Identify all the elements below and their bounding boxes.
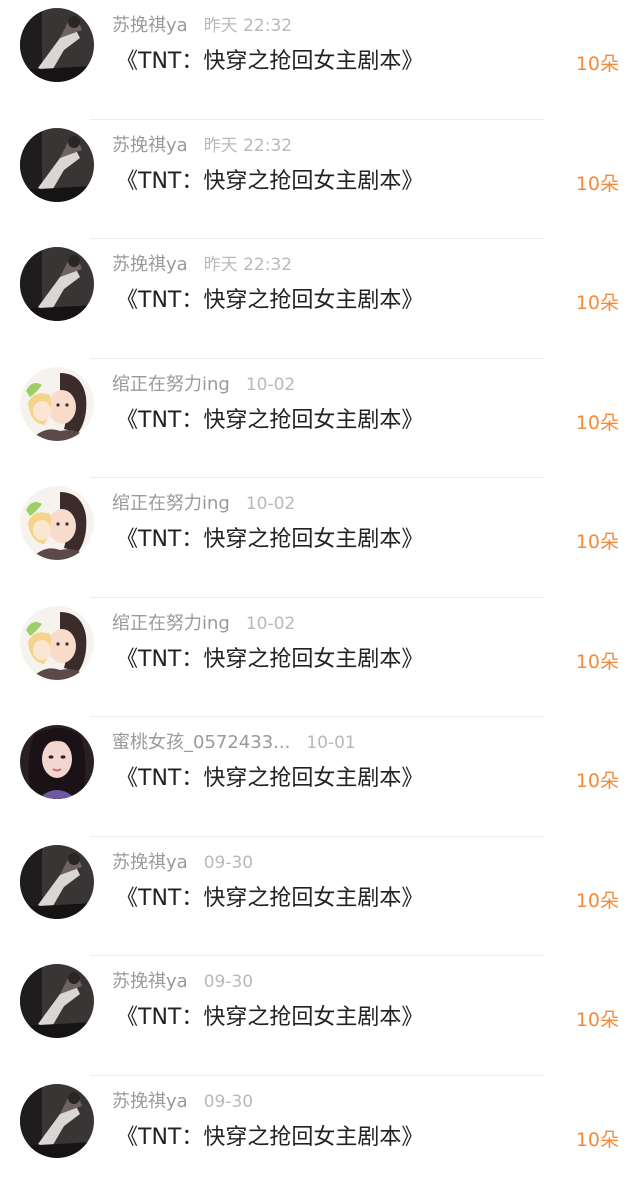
gift-amount: 10朵 — [576, 49, 619, 79]
username[interactable]: 苏挽祺ya — [112, 254, 188, 275]
list-item[interactable]: 绾正在努力ing 10-02 《TNT：快穿之抢回女主剧本》 10朵 — [0, 359, 640, 479]
username[interactable]: 苏挽祺ya — [112, 15, 188, 36]
work-title: 《TNT：快穿之抢回女主剧本》 — [116, 884, 423, 914]
avatar[interactable] — [20, 725, 94, 799]
list-item[interactable]: 苏挽祺ya 09-30 《TNT：快穿之抢回女主剧本》 10朵 — [0, 956, 640, 1076]
timestamp: 09-30 — [204, 1092, 253, 1112]
meta-line: 苏挽祺ya 昨天 22:32 — [112, 133, 292, 159]
list-item[interactable]: 苏挽祺ya 昨天 22:32 《TNT：快穿之抢回女主剧本》 10朵 — [0, 120, 640, 240]
meta-line: 苏挽祺ya 昨天 22:32 — [112, 13, 292, 39]
meta-line: 苏挽祺ya 昨天 22:32 — [112, 252, 292, 278]
portrait-avatar-icon — [20, 725, 94, 799]
work-title: 《TNT：快穿之抢回女主剧本》 — [116, 1003, 423, 1033]
avatar[interactable] — [20, 128, 94, 202]
illustrated-avatar-icon — [20, 367, 94, 441]
list-item[interactable]: 苏挽祺ya 09-30 《TNT：快穿之抢回女主剧本》 10朵 — [0, 837, 640, 957]
list-item[interactable]: 绾正在努力ing 10-02 《TNT：快穿之抢回女主剧本》 10朵 — [0, 478, 640, 598]
timestamp: 09-30 — [204, 853, 253, 873]
meta-line: 苏挽祺ya 09-30 — [112, 969, 253, 995]
list-item[interactable]: 苏挽祺ya 昨天 22:32 《TNT：快穿之抢回女主剧本》 10朵 — [0, 0, 640, 120]
list-item[interactable]: 绾正在努力ing 10-02 《TNT：快穿之抢回女主剧本》 10朵 — [0, 598, 640, 718]
work-title: 《TNT：快穿之抢回女主剧本》 — [116, 764, 423, 794]
gift-amount: 10朵 — [576, 408, 619, 438]
work-title: 《TNT：快穿之抢回女主剧本》 — [116, 167, 423, 197]
work-title: 《TNT：快穿之抢回女主剧本》 — [116, 47, 423, 77]
meta-line: 绾正在努力ing 10-02 — [112, 611, 295, 637]
avatar[interactable] — [20, 8, 94, 82]
timestamp: 10-02 — [246, 494, 295, 514]
dark-photo-avatar-icon — [20, 964, 94, 1038]
gift-amount: 10朵 — [576, 169, 619, 199]
illustrated-avatar-icon — [20, 486, 94, 560]
username[interactable]: 绾正在努力ing — [112, 613, 230, 634]
timestamp: 10-02 — [246, 614, 295, 634]
gift-amount: 10朵 — [576, 1005, 619, 1035]
timestamp: 昨天 22:32 — [204, 16, 292, 36]
work-title: 《TNT：快穿之抢回女主剧本》 — [116, 286, 423, 316]
avatar[interactable] — [20, 845, 94, 919]
gift-amount: 10朵 — [576, 647, 619, 677]
avatar[interactable] — [20, 367, 94, 441]
list-item[interactable]: 苏挽祺ya 昨天 22:32 《TNT：快穿之抢回女主剧本》 10朵 — [0, 239, 640, 359]
avatar[interactable] — [20, 247, 94, 321]
meta-line: 蜜桃女孩_0572433... 10-01 — [112, 730, 356, 756]
gift-record-list: 苏挽祺ya 昨天 22:32 《TNT：快穿之抢回女主剧本》 10朵 苏挽祺ya 昨… — [0, 0, 640, 1184]
username[interactable]: 苏挽祺ya — [112, 971, 188, 992]
dark-photo-avatar-icon — [20, 128, 94, 202]
gift-amount: 10朵 — [576, 288, 619, 318]
dark-photo-avatar-icon — [20, 1084, 94, 1158]
avatar[interactable] — [20, 606, 94, 680]
work-title: 《TNT：快穿之抢回女主剧本》 — [116, 525, 423, 555]
username[interactable]: 苏挽祺ya — [112, 1091, 188, 1112]
timestamp: 昨天 22:32 — [204, 255, 292, 275]
timestamp: 昨天 22:32 — [204, 136, 292, 156]
timestamp: 10-01 — [306, 733, 355, 753]
username[interactable]: 绾正在努力ing — [112, 374, 230, 395]
timestamp: 09-30 — [204, 972, 253, 992]
meta-line: 绾正在努力ing 10-02 — [112, 491, 295, 517]
gift-amount: 10朵 — [576, 886, 619, 916]
dark-photo-avatar-icon — [20, 247, 94, 321]
meta-line: 苏挽祺ya 09-30 — [112, 850, 253, 876]
illustrated-avatar-icon — [20, 606, 94, 680]
username[interactable]: 绾正在努力ing — [112, 493, 230, 514]
username[interactable]: 苏挽祺ya — [112, 852, 188, 873]
dark-photo-avatar-icon — [20, 845, 94, 919]
timestamp: 10-02 — [246, 375, 295, 395]
work-title: 《TNT：快穿之抢回女主剧本》 — [116, 406, 423, 436]
username[interactable]: 蜜桃女孩_0572433... — [112, 732, 290, 753]
username[interactable]: 苏挽祺ya — [112, 135, 188, 156]
meta-line: 苏挽祺ya 09-30 — [112, 1089, 253, 1115]
list-item[interactable]: 苏挽祺ya 09-30 《TNT：快穿之抢回女主剧本》 10朵 — [0, 1076, 640, 1195]
avatar[interactable] — [20, 486, 94, 560]
avatar[interactable] — [20, 964, 94, 1038]
work-title: 《TNT：快穿之抢回女主剧本》 — [116, 1123, 423, 1153]
dark-photo-avatar-icon — [20, 8, 94, 82]
avatar[interactable] — [20, 1084, 94, 1158]
work-title: 《TNT：快穿之抢回女主剧本》 — [116, 645, 423, 675]
gift-amount: 10朵 — [576, 1125, 619, 1155]
list-item[interactable]: 蜜桃女孩_0572433... 10-01 《TNT：快穿之抢回女主剧本》 10朵 — [0, 717, 640, 837]
gift-amount: 10朵 — [576, 527, 619, 557]
meta-line: 绾正在努力ing 10-02 — [112, 372, 295, 398]
gift-amount: 10朵 — [576, 766, 619, 796]
